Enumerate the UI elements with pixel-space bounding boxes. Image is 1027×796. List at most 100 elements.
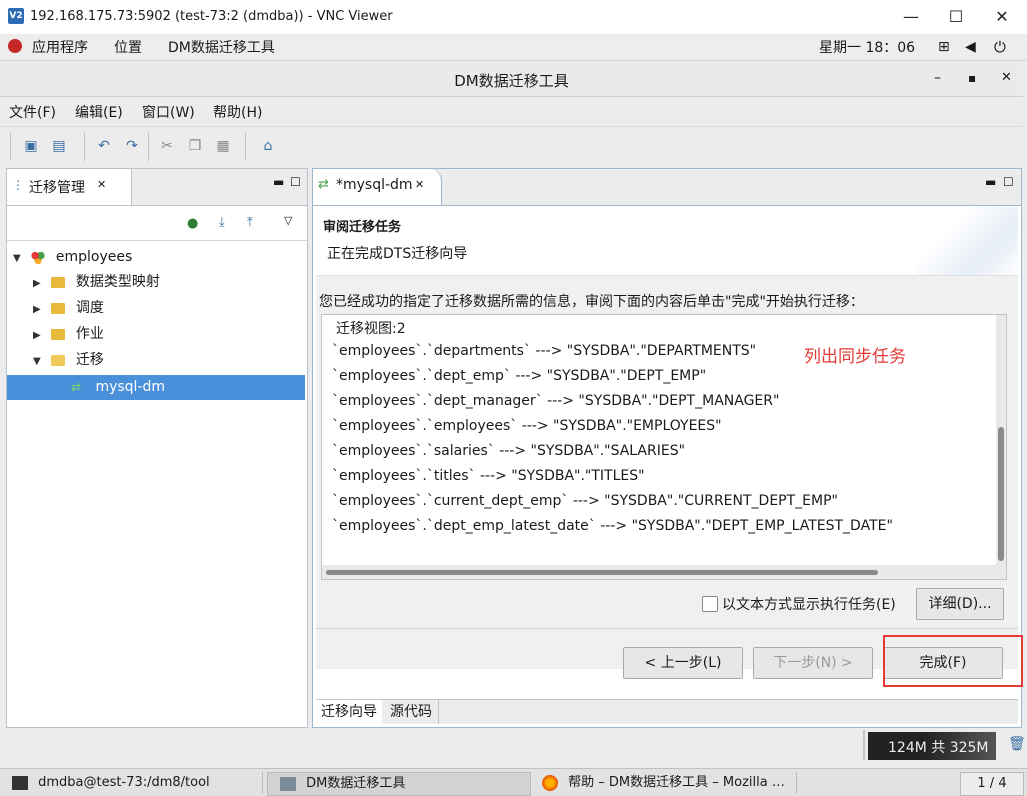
toolbar-separator	[245, 133, 246, 161]
horizontal-scrollbar[interactable]	[322, 565, 1006, 579]
network-icon[interactable]: ⊞	[938, 39, 950, 55]
task-label: 帮助 – DM数据迁移工具 – Mozilla …	[568, 775, 785, 790]
workspace-switcher[interactable]: 1 / 4	[960, 772, 1024, 796]
summary-line: `employees`.`dept_emp` ---> "SYSDBA"."DE…	[332, 368, 707, 384]
tab-close-icon[interactable]: ✕	[415, 178, 424, 191]
current-app-menu[interactable]: DM数据迁移工具	[168, 37, 275, 57]
tab-label: 迁移管理	[29, 180, 85, 196]
menu-file[interactable]: 文件(F)	[9, 102, 56, 122]
undo-icon[interactable]: ↶	[94, 136, 114, 156]
vnc-close-button[interactable]: ✕	[987, 6, 1017, 28]
highlight-box	[883, 635, 1023, 687]
taskbar: dmdba@test-73:/dm8/tool DM数据迁移工具 帮助 – DM…	[0, 768, 1027, 796]
copy-icon[interactable]: ❐	[185, 136, 205, 156]
collapse-arrow-icon[interactable]: ▼	[33, 349, 47, 374]
tree-item-migration[interactable]: ▼ 迁移	[7, 348, 305, 373]
app-restore-button[interactable]: ▪	[968, 71, 976, 85]
places-menu[interactable]: 位置	[114, 37, 142, 57]
editor-maximize-button[interactable]: ☐	[1003, 175, 1014, 189]
summary-line: `employees`.`titles` ---> "SYSDBA"."TITL…	[332, 468, 645, 484]
task-dm-tool[interactable]: DM数据迁移工具	[267, 772, 531, 796]
detail-button[interactable]: 详细(D)...	[916, 588, 1004, 620]
menu-edit[interactable]: 编辑(E)	[75, 102, 123, 122]
editor-minimize-button[interactable]: ▬	[985, 175, 996, 189]
menu-help[interactable]: 帮助(H)	[213, 102, 262, 122]
power-icon[interactable]: ⏻	[994, 38, 1006, 56]
tree-item-type-mapping[interactable]: ▶ 数据类型映射	[7, 270, 305, 295]
clock[interactable]: 星期一 18：06	[819, 37, 915, 57]
paste-icon[interactable]: ▦	[213, 136, 233, 156]
show-text-checkbox[interactable]	[702, 596, 718, 612]
wizard-bottom-tabs: 迁移向导 源代码	[316, 699, 1018, 724]
vertical-scroll-thumb[interactable]	[998, 427, 1004, 561]
save-all-icon[interactable]: ▤	[49, 136, 69, 156]
import-icon[interactable]: ⤓	[219, 215, 225, 230]
summary-line: `employees`.`departments` ---> "SYSDBA".…	[332, 343, 757, 359]
summary-line: `employees`.`current_dept_emp` ---> "SYS…	[332, 493, 838, 509]
summary-text-area[interactable]: 迁移视图:2 `employees`.`departments` ---> "S…	[321, 314, 1007, 580]
panel-minimize-button[interactable]: ▬	[273, 175, 284, 189]
tree-item-mysql-dm[interactable]: ⇄ mysql-dm	[7, 375, 305, 400]
task-terminal[interactable]: dmdba@test-73:/dm8/tool	[0, 772, 263, 794]
vnc-title-bar: V2 192.168.175.73:5902 (test-73:2 (dmdba…	[0, 0, 1027, 35]
volume-icon[interactable]: ◀	[965, 39, 976, 55]
menu-window[interactable]: 窗口(W)	[142, 102, 195, 122]
left-tab-bar: ⋮ 迁移管理 ✕ ▬ ☐	[7, 169, 307, 206]
connect-icon[interactable]: ●	[187, 216, 198, 231]
migration-manager-panel: ⋮ 迁移管理 ✕ ▬ ☐ ● ⤓ ⤒ ▽ ▼ employees ▶ 数据类型映…	[6, 168, 308, 728]
tree-item-label: 作业	[75, 326, 104, 342]
expand-arrow-icon[interactable]: ▶	[33, 323, 47, 348]
home-icon[interactable]: ⌂	[258, 136, 278, 156]
task-label: dmdba@test-73:/dm8/tool	[38, 775, 210, 790]
toolbar-separator	[148, 133, 149, 161]
tree-item-label: mysql-dm	[95, 379, 166, 395]
tab-source-code[interactable]: 源代码	[384, 700, 439, 724]
task-firefox[interactable]: 帮助 – DM数据迁移工具 – Mozilla …	[534, 772, 797, 794]
save-icon[interactable]: ▣	[21, 136, 41, 156]
vertical-scrollbar[interactable]	[996, 315, 1006, 565]
cut-icon[interactable]: ✂	[157, 136, 177, 156]
tree-item-schedule[interactable]: ▶ 调度	[7, 296, 305, 321]
view-menu-icon[interactable]: ▽	[284, 214, 292, 227]
vnc-minimize-button[interactable]: —	[896, 6, 926, 28]
applications-menu[interactable]: 应用程序	[32, 37, 88, 57]
tree-item-label: 调度	[75, 300, 104, 316]
tab-mysql-dm[interactable]: ⇄ *mysql-dm ✕	[313, 169, 442, 205]
annotation-text: 列出同步任务	[804, 347, 906, 367]
trash-icon[interactable]: 🗑	[1008, 736, 1026, 752]
app-close-button[interactable]: ✕	[1001, 70, 1012, 85]
tree-root[interactable]: ▼ employees	[7, 245, 305, 270]
status-bar: 124M 共 325M 🗑	[0, 728, 1026, 764]
folder-icon	[51, 328, 66, 340]
instruction-text: 您已经成功的指定了迁移数据所需的信息，审阅下面的内容后单击"完成"开始执行迁移：	[319, 294, 864, 310]
tab-migration-manager[interactable]: ⋮ 迁移管理 ✕	[7, 169, 132, 205]
task-label: DM数据迁移工具	[306, 776, 406, 791]
show-text-label[interactable]: 以文本方式显示执行任务(E)	[722, 594, 896, 614]
horizontal-scroll-thumb[interactable]	[326, 570, 878, 575]
export-icon[interactable]: ⤒	[247, 215, 253, 230]
summary-line: `employees`.`employees` ---> "SYSDBA"."E…	[332, 418, 722, 434]
panel-maximize-button[interactable]: ☐	[290, 175, 301, 189]
redo-icon[interactable]: ↷	[122, 136, 142, 156]
prev-button[interactable]: < 上一步(L)	[623, 647, 743, 679]
collapse-arrow-icon[interactable]: ▼	[13, 246, 27, 271]
wizard-subtitle: 正在完成DTS迁移向导	[327, 246, 468, 262]
migration-icon: ⇄	[71, 380, 82, 394]
status-separator	[863, 730, 865, 760]
tree-item-jobs[interactable]: ▶ 作业	[7, 322, 305, 347]
vnc-window-title: 192.168.175.73:5902 (test-73:2 (dmdba)) …	[30, 9, 393, 24]
tab-close-icon[interactable]: ✕	[97, 178, 106, 191]
tree-root-label: employees	[55, 249, 133, 265]
folder-icon	[51, 276, 66, 288]
tab-migration-wizard[interactable]: 迁移向导	[316, 700, 382, 724]
expand-arrow-icon[interactable]: ▶	[33, 271, 47, 296]
app-minimize-button[interactable]: –	[934, 70, 941, 86]
summary-line: 迁移视图:2	[336, 321, 406, 337]
wizard-title: 审阅迁移任务	[323, 220, 402, 235]
firefox-icon	[542, 774, 558, 791]
folder-icon	[51, 302, 66, 314]
next-button[interactable]: 下一步(N) >	[753, 647, 873, 679]
vnc-maximize-button[interactable]: ☐	[941, 6, 971, 28]
open-folder-icon	[51, 354, 66, 366]
expand-arrow-icon[interactable]: ▶	[33, 297, 47, 322]
